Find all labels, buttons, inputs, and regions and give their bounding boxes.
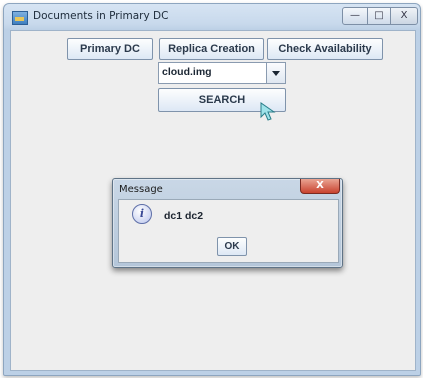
close-window-button[interactable]: X bbox=[390, 7, 418, 25]
content-panel: Primary DC Replica Creation Check Availa… bbox=[10, 30, 416, 371]
java-app-icon bbox=[12, 11, 28, 25]
file-select-combobox[interactable]: cloud.img bbox=[158, 62, 286, 84]
dialog-title: Message bbox=[119, 184, 163, 195]
primary-dc-button[interactable]: Primary DC bbox=[67, 38, 153, 60]
check-availability-button[interactable]: Check Availability bbox=[267, 38, 383, 60]
dialog-message: dc1 dc2 bbox=[164, 210, 204, 222]
dialog-close-button[interactable]: X bbox=[300, 179, 340, 194]
title-bar: Documents in Primary DC — □ X bbox=[4, 4, 420, 30]
minimize-button[interactable]: — bbox=[342, 7, 368, 25]
file-select-value: cloud.img bbox=[162, 66, 212, 78]
ok-button[interactable]: OK bbox=[217, 237, 247, 256]
maximize-button[interactable]: □ bbox=[367, 7, 391, 25]
message-dialog: Message X i dc1 dc2 OK bbox=[112, 178, 343, 268]
mouse-cursor-icon bbox=[260, 102, 276, 121]
replica-creation-button[interactable]: Replica Creation bbox=[159, 38, 264, 60]
dialog-body: i dc1 dc2 OK bbox=[118, 199, 339, 263]
app-window: Documents in Primary DC — □ X Primary DC… bbox=[3, 3, 421, 376]
window-title: Documents in Primary DC bbox=[33, 10, 169, 22]
chevron-down-icon[interactable] bbox=[266, 63, 285, 83]
info-icon: i bbox=[132, 204, 152, 224]
